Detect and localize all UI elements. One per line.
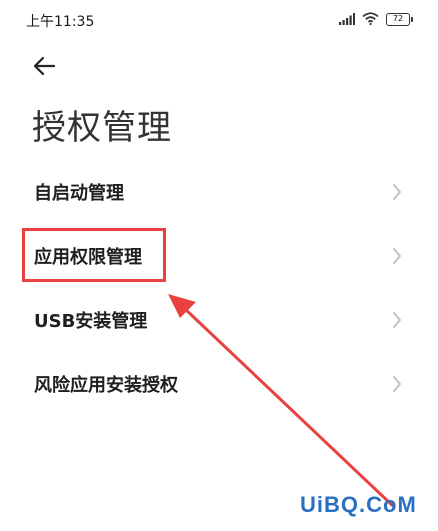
signal-icon	[339, 10, 355, 29]
battery-icon: 72	[386, 12, 413, 26]
wifi-icon	[362, 10, 379, 29]
menu-item-label: 自启动管理	[34, 183, 124, 204]
back-button[interactable]	[28, 50, 60, 82]
chevron-right-icon	[393, 248, 401, 264]
menu-item-auto-start[interactable]: 自启动管理	[0, 160, 438, 224]
menu-item-app-permissions[interactable]: 应用权限管理	[0, 224, 438, 288]
status-icons: 72	[339, 10, 413, 29]
menu-item-risky-app-install[interactable]: 风险应用安装授权	[0, 352, 438, 416]
chevron-right-icon	[393, 312, 401, 328]
menu-item-usb-install[interactable]: USB安装管理	[0, 288, 438, 352]
watermark: UiBQ.CoM	[300, 492, 417, 517]
menu-item-label: 应用权限管理	[34, 247, 142, 268]
page-title: 授权管理	[32, 108, 172, 148]
menu-item-label: USB安装管理	[34, 311, 148, 332]
arrow-left-icon	[33, 56, 56, 76]
menu-item-label: 风险应用安装授权	[34, 375, 178, 396]
battery-level: 72	[392, 14, 404, 23]
status-time: 上午11:35	[26, 14, 95, 30]
chevron-right-icon	[393, 376, 401, 392]
status-bar: 上午11:35 72	[0, 0, 438, 40]
chevron-right-icon	[393, 184, 401, 200]
